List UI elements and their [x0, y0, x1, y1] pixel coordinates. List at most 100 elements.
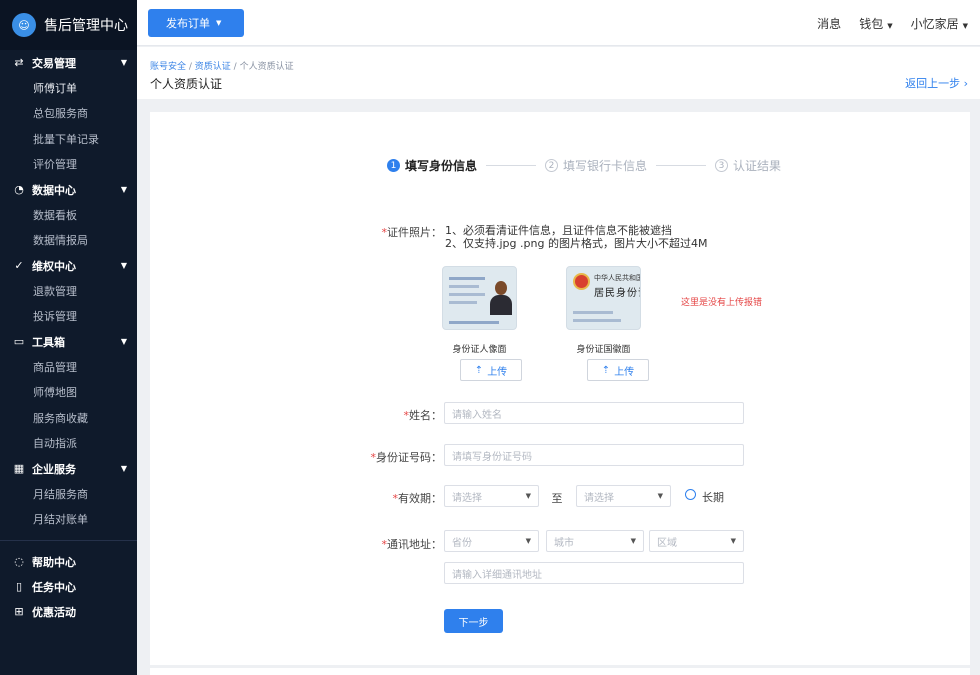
bottom-card-edge — [150, 668, 970, 675]
sidebar-item[interactable]: 月结对账单 — [0, 507, 137, 533]
sidebar-item[interactable]: 自动指派 — [0, 431, 137, 457]
card-back-title-1: 中华人民共和国 — [594, 274, 641, 282]
building-icon: ▦ — [13, 462, 25, 475]
form-card: 1 填写身份信息 2 填写银行卡信息 3 认证结果 *证件照片： 1、必须看清证件信息… — [150, 112, 970, 665]
steps-indicator: 1 填写身份信息 2 填写银行卡信息 3 认证结果 — [387, 157, 781, 174]
upload-error-text: 这里是没有上传报错 — [681, 298, 763, 308]
sidebar-bottom-item-1[interactable]: ▯ 任务中心 — [0, 574, 137, 599]
app-logo[interactable]: ☺ 售后管理中心 — [0, 0, 137, 50]
address-detail-input[interactable]: 请输入详细通讯地址 — [444, 562, 744, 584]
caret-down-icon: ▼ — [630, 537, 636, 545]
validity-label: *有效期： — [392, 492, 443, 505]
help-chat-icon: ◌ — [14, 555, 24, 568]
sidebar-group-1[interactable]: ◔ 数据中心 ▼ — [0, 177, 137, 202]
sidebar-bottom-item-2[interactable]: ⊞ 优惠活动 — [0, 599, 137, 624]
sidebar-item[interactable]: 投诉管理 — [0, 304, 137, 330]
sidebar-item[interactable]: 师傅订单 — [0, 75, 137, 101]
sidebar-item[interactable]: 总包服务商 — [0, 101, 137, 127]
caret-down-icon: ▼ — [887, 21, 893, 30]
upload-front-button[interactable]: ⇡ 上传 — [460, 359, 522, 381]
sidebar-item[interactable]: 数据情报局 — [0, 228, 137, 254]
national-emblem-icon — [573, 273, 590, 290]
upload-icon: ⇡ — [601, 364, 611, 376]
upload-note-1: 1、必须看清证件信息，且证件信息不能被遮挡 — [445, 224, 672, 237]
district-select[interactable]: 区域 ▼ — [649, 530, 744, 552]
app-title: 售后管理中心 — [44, 18, 128, 34]
upload-back-button[interactable]: ⇡ 上传 — [587, 359, 649, 381]
upload-note-2: 2、仅支持.jpg .png 的图片格式，图片大小不超过4M — [445, 237, 708, 250]
logo-avatar-icon: ☺ — [12, 13, 36, 37]
sidebar-item[interactable]: 退款管理 — [0, 278, 137, 304]
sidebar-group-4[interactable]: ▦ 企业服务 ▼ — [0, 456, 137, 481]
caret-down-icon: ▼ — [120, 185, 127, 194]
sidebar-group-3[interactable]: ▭ 工具箱 ▼ — [0, 329, 137, 354]
caret-down-icon: ▼ — [120, 464, 127, 473]
gift-icon: ⊞ — [14, 605, 24, 618]
publish-order-button[interactable]: 发布订单 ▼ — [148, 9, 244, 37]
caret-down-icon: ▼ — [657, 492, 663, 500]
next-step-button[interactable]: 下一步 — [444, 609, 503, 633]
front-caption: 身份证人像面 — [452, 345, 507, 355]
id-number-input[interactable]: 请填写身份证号码 — [444, 444, 744, 466]
name-input[interactable]: 请输入姓名 — [444, 402, 744, 424]
to-label: 至 — [551, 492, 563, 505]
step-2: 2 填写银行卡信息 — [545, 157, 647, 174]
sidebar-item[interactable]: 批量下单记录 — [0, 126, 137, 152]
caret-down-icon: ▼ — [962, 21, 968, 30]
page-title: 个人资质认证 — [150, 77, 223, 91]
sidebar-item[interactable]: 商品管理 — [0, 354, 137, 380]
pie-chart-icon: ◔ — [14, 183, 24, 196]
step-connector — [486, 165, 537, 166]
sidebar-item[interactable]: 师傅地图 — [0, 380, 137, 406]
sidebar-group-label: 企业服务 — [32, 462, 76, 476]
user-menu[interactable]: 小忆家居 ▼ — [911, 15, 968, 32]
sidebar-bottom-label: 优惠活动 — [32, 605, 76, 619]
city-select[interactable]: 城市 ▼ — [546, 530, 644, 552]
task-doc-icon: ▯ — [15, 580, 23, 593]
sidebar-item[interactable]: 评价管理 — [0, 152, 137, 178]
sidebar-nav: ⇄ 交易管理 ▼ 师傅订单 总包服务商 批量下单记录 评价管理 ◔ 数据中心 ▼ 数据看板 数据情报局… — [0, 50, 137, 624]
caret-down-icon: ▼ — [120, 261, 127, 270]
step-1: 1 填写身份信息 — [387, 157, 477, 174]
caret-down-icon: ▼ — [216, 19, 222, 27]
id-number-label: *身份证号码： — [370, 451, 443, 464]
validity-end-select[interactable]: 请选择 ▼ — [576, 485, 671, 507]
back-link[interactable]: 返回上一步 › — [905, 75, 968, 91]
sidebar-item[interactable]: 月结服务商 — [0, 481, 137, 507]
breadcrumb-qualification[interactable]: 资质认证 — [195, 62, 231, 72]
sidebar: ☺ 售后管理中心 ⇄ 交易管理 ▼ 师傅订单 总包服务商 批量下单记录 评价管理 ◔ 数据中心 ▼… — [0, 0, 137, 675]
caret-down-icon: ▼ — [525, 537, 531, 545]
caret-down-icon: ▼ — [730, 537, 736, 545]
sidebar-group-label: 维权中心 — [32, 259, 76, 273]
sidebar-group-label: 交易管理 — [32, 56, 76, 70]
caret-down-icon: ▼ — [120, 58, 127, 67]
toolbox-icon: ▭ — [13, 335, 25, 348]
long-term-radio[interactable] — [685, 489, 696, 500]
address-label: *通讯地址： — [381, 538, 443, 551]
shield-check-icon: ✓ — [14, 259, 24, 272]
sidebar-group-label: 数据中心 — [32, 183, 76, 197]
sidebar-group-label: 工具箱 — [32, 335, 65, 349]
exchange-icon: ⇄ — [14, 56, 24, 69]
sidebar-bottom-item-0[interactable]: ◌ 帮助中心 — [0, 549, 137, 574]
sidebar-bottom-label: 任务中心 — [32, 580, 76, 594]
sidebar-group-0[interactable]: ⇄ 交易管理 ▼ — [0, 50, 137, 75]
caret-down-icon: ▼ — [525, 492, 531, 500]
messages-link[interactable]: 消息 — [817, 15, 841, 32]
breadcrumb-current: 个人资质认证 — [239, 62, 294, 72]
chevron-right-icon: › — [963, 77, 968, 90]
step-3: 3 认证结果 — [715, 157, 781, 174]
sidebar-item[interactable]: 服务商收藏 — [0, 405, 137, 431]
breadcrumb-account-security[interactable]: 账号安全 — [150, 62, 186, 72]
sidebar-bottom-label: 帮助中心 — [32, 555, 76, 569]
name-label: *姓名： — [403, 409, 443, 422]
sidebar-divider — [0, 540, 137, 541]
sidebar-item[interactable]: 数据看板 — [0, 202, 137, 228]
step-connector — [656, 165, 707, 166]
province-select[interactable]: 省份 ▼ — [444, 530, 539, 552]
wallet-menu[interactable]: 钱包 ▼ — [859, 15, 892, 32]
caret-down-icon: ▼ — [120, 337, 127, 346]
sidebar-group-2[interactable]: ✓ 维权中心 ▼ — [0, 253, 137, 278]
portrait-icon — [490, 279, 512, 315]
validity-start-select[interactable]: 请选择 ▼ — [444, 485, 539, 507]
